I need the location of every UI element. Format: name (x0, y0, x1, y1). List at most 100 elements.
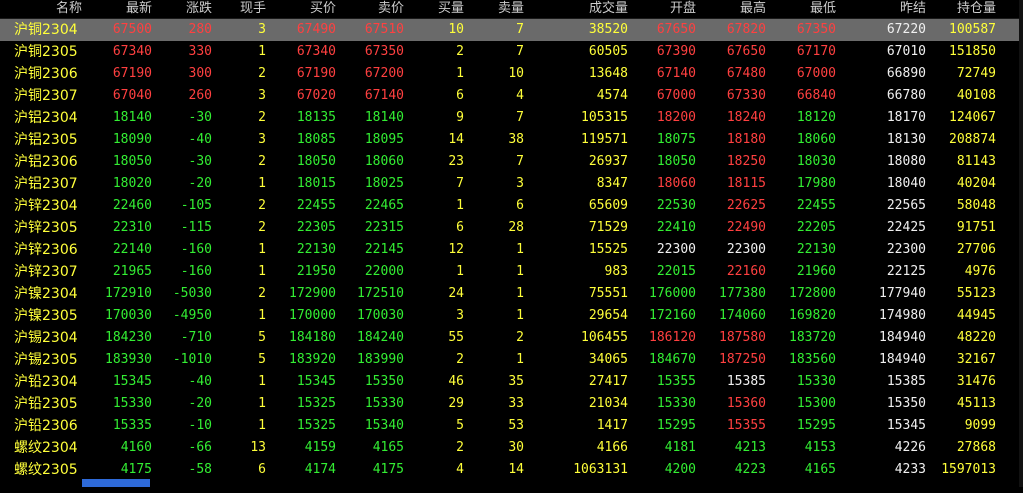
row-volume: 27417 (588, 374, 628, 389)
table-row[interactable]: 沪镍2305 170030 -4950 1 170000 170030 3 1 29654 172… (0, 305, 1023, 327)
row-hand: 1 (258, 418, 266, 433)
table-row[interactable]: 沪铜2307 67040 260 3 67020 67140 6 4 4574 67000 6733… (0, 85, 1023, 107)
header-volume[interactable]: 成交量 (524, 0, 628, 18)
row-volume: 983 (604, 264, 628, 279)
row-open: 15330 (656, 396, 696, 411)
row-ask: 67140 (364, 88, 404, 103)
table-row[interactable]: 沪锌2304 22460 -105 2 22455 22465 1 6 65609 22530 22… (0, 195, 1023, 217)
table-row[interactable]: 沪铅2306 15335 -10 1 15325 15340 5 53 1417 15295 153… (0, 415, 1023, 437)
row-low: 183720 (789, 330, 836, 345)
row-name: 沪铝2305 (14, 132, 78, 148)
table-row[interactable]: 沪铅2304 15345 -40 1 15345 15350 46 35 27417 15355 1… (0, 371, 1023, 393)
row-prev-settle: 15345 (886, 418, 926, 433)
table-row[interactable]: 沪铜2305 67340 330 1 67340 67350 2 7 60505 67390 676… (0, 41, 1023, 63)
table-row[interactable]: 沪锌2305 22310 -115 2 22305 22315 6 28 71529 22410 2… (0, 217, 1023, 239)
row-ask-volume: 3 (516, 176, 524, 191)
row-high: 22300 (726, 242, 766, 257)
row-last: 184230 (105, 330, 152, 345)
header-name[interactable]: 名称 (0, 0, 82, 18)
row-change: -160 (180, 242, 212, 257)
row-bid: 183920 (289, 352, 336, 367)
row-name: 沪锌2305 (14, 220, 78, 236)
row-ask-volume: 1 (516, 264, 524, 279)
row-name: 沪铅2306 (14, 418, 78, 434)
row-open-interest: 9099 (964, 418, 996, 433)
row-name: 沪锌2307 (14, 264, 78, 280)
table-row[interactable]: 沪铜2306 67190 300 2 67190 67200 1 10 13648 67140 67… (0, 63, 1023, 85)
row-ask-volume: 1 (516, 352, 524, 367)
row-name: 沪镍2305 (14, 308, 78, 324)
table-row[interactable]: 沪镍2304 172910 -5030 2 172900 172510 24 1 75551 17… (0, 283, 1023, 305)
row-bid: 67490 (296, 22, 336, 37)
row-ask-volume: 7 (516, 154, 524, 169)
table-row[interactable]: 沪铝2306 18050 -30 2 18050 18060 23 7 26937 18050 18… (0, 151, 1023, 173)
table-row[interactable]: 沪锡2305 183930 -1010 5 183920 183990 2 1 34065 184… (0, 349, 1023, 371)
table-row[interactable]: 沪铜2304 67500 280 3 67490 67510 10 7 38520 67650 67… (0, 19, 1023, 41)
table-row-partial[interactable] (0, 481, 1023, 493)
header-last[interactable]: 最新 (82, 0, 152, 18)
row-volume: 1063131 (573, 462, 628, 477)
row-hand: 2 (258, 154, 266, 169)
row-volume: 26937 (588, 154, 628, 169)
table-row[interactable]: 沪铝2307 18020 -20 1 18015 18025 7 3 8347 18060 1811… (0, 173, 1023, 195)
row-prev-settle: 184940 (879, 352, 926, 367)
row-ask: 67200 (364, 66, 404, 81)
header-prev-settle[interactable]: 昨结 (836, 0, 926, 18)
row-last: 4160 (120, 440, 152, 455)
row-high: 22625 (726, 198, 766, 213)
row-ask-volume: 28 (508, 220, 524, 235)
row-open-interest: 208874 (949, 132, 996, 147)
header-ask[interactable]: 卖价 (336, 0, 404, 18)
vertical-scrollbar[interactable] (1019, 0, 1023, 487)
row-ask-volume: 6 (516, 198, 524, 213)
row-ask-volume: 35 (508, 374, 524, 389)
header-change[interactable]: 涨跌 (152, 0, 212, 18)
row-bid-volume: 3 (456, 308, 464, 323)
header-hand[interactable]: 现手 (212, 0, 266, 18)
header-open-interest[interactable]: 持仓量 (926, 0, 996, 18)
header-bid[interactable]: 买价 (266, 0, 336, 18)
row-last: 18020 (112, 176, 152, 191)
row-last: 67040 (112, 88, 152, 103)
table-row[interactable]: 沪锡2304 184230 -710 5 184180 184240 55 2 106455 18… (0, 327, 1023, 349)
row-change: -105 (180, 198, 212, 213)
row-hand: 2 (258, 198, 266, 213)
row-ask-volume: 7 (516, 44, 524, 59)
row-high: 174060 (719, 308, 766, 323)
row-last: 172910 (105, 286, 152, 301)
row-last: 67340 (112, 44, 152, 59)
row-high: 15360 (726, 396, 766, 411)
header-open[interactable]: 开盘 (628, 0, 696, 18)
row-ask: 15340 (364, 418, 404, 433)
row-low: 15295 (796, 418, 836, 433)
table-row[interactable]: 沪锌2307 21965 -160 1 21950 22000 1 1 983 22015 2216… (0, 261, 1023, 283)
row-hand: 2 (258, 66, 266, 81)
row-ask: 18025 (364, 176, 404, 191)
header-high[interactable]: 最高 (696, 0, 766, 18)
header-low[interactable]: 最低 (766, 0, 836, 18)
row-hand: 1 (258, 44, 266, 59)
row-name: 沪锡2304 (14, 330, 78, 346)
table-row[interactable]: 螺纹2305 4175 -58 6 4174 4175 4 14 1063131 4200 4223… (0, 459, 1023, 481)
row-bid-volume: 1 (456, 264, 464, 279)
table-row[interactable]: 沪铝2305 18090 -40 3 18085 18095 14 38 119571 18075… (0, 129, 1023, 151)
row-name: 沪锌2304 (14, 198, 78, 214)
row-open-interest: 44945 (956, 308, 996, 323)
header-ask-volume[interactable]: 卖量 (464, 0, 524, 18)
row-change: 300 (188, 66, 212, 81)
row-prev-settle: 18170 (886, 110, 926, 125)
row-high: 15385 (726, 374, 766, 389)
row-name: 沪铅2305 (14, 396, 78, 412)
table-row[interactable]: 沪铅2305 15330 -20 1 15325 15330 29 33 21034 15330 1… (0, 393, 1023, 415)
row-volume: 13648 (588, 66, 628, 81)
table-row[interactable]: 沪铝2304 18140 -30 2 18135 18140 9 7 105315 18200 18… (0, 107, 1023, 129)
row-open: 4200 (664, 462, 696, 477)
table-row[interactable]: 螺纹2304 4160 -66 13 4159 4165 2 30 4166 4181 4213 41… (0, 437, 1023, 459)
row-low: 18030 (796, 154, 836, 169)
row-change: -30 (188, 154, 212, 169)
row-low: 22455 (796, 198, 836, 213)
header-bid-volume[interactable]: 买量 (404, 0, 464, 18)
row-bid: 172900 (289, 286, 336, 301)
table-row[interactable]: 沪锌2306 22140 -160 1 22130 22145 12 1 15525 22300 2… (0, 239, 1023, 261)
row-open-interest: 32167 (956, 352, 996, 367)
